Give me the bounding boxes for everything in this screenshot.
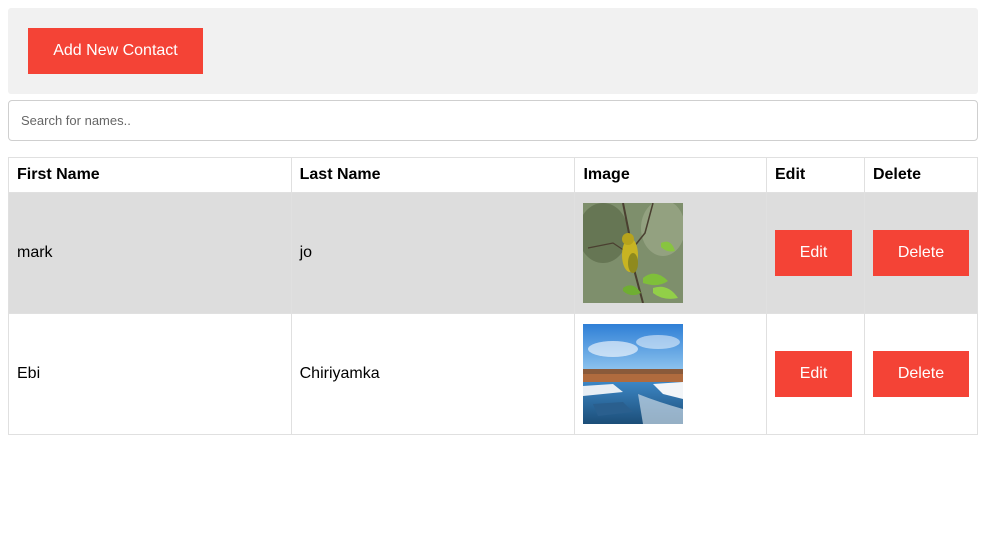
delete-button[interactable]: Delete (872, 351, 969, 397)
delete-button[interactable]: Delete (872, 230, 969, 276)
delete-cell: Delete (863, 313, 979, 435)
column-header-first-name: First Name (8, 157, 292, 193)
column-header-last-name: Last Name (290, 157, 576, 193)
image-cell (574, 313, 767, 435)
first-name-cell: Ebi (8, 313, 292, 435)
first-name-cell: mark (8, 192, 292, 314)
search-input[interactable] (8, 100, 978, 141)
river-landscape-photo (583, 324, 684, 424)
column-header-edit: Edit (766, 157, 865, 193)
table-row: Ebi Chiriyamka Edit Delete (8, 313, 979, 435)
last-name-cell: Chiriyamka (290, 313, 576, 435)
last-name-cell: jo (290, 192, 576, 314)
add-new-contact-button[interactable]: Add New Contact (28, 28, 203, 74)
column-header-image: Image (574, 157, 767, 193)
edit-button[interactable]: Edit (775, 351, 852, 397)
delete-cell: Delete (863, 192, 979, 314)
image-cell (574, 192, 767, 314)
edit-cell: Edit (766, 313, 865, 435)
contacts-table: First Name Last Name Image Edit Delete m… (8, 157, 979, 435)
edit-button[interactable]: Edit (775, 230, 852, 276)
column-header-delete: Delete (863, 157, 979, 193)
table-header-row: First Name Last Name Image Edit Delete (8, 157, 979, 193)
top-toolbar: Add New Contact (8, 8, 978, 94)
table-row: mark jo Edit Delete (8, 192, 979, 314)
edit-cell: Edit (766, 192, 865, 314)
bird-photo (583, 203, 684, 303)
